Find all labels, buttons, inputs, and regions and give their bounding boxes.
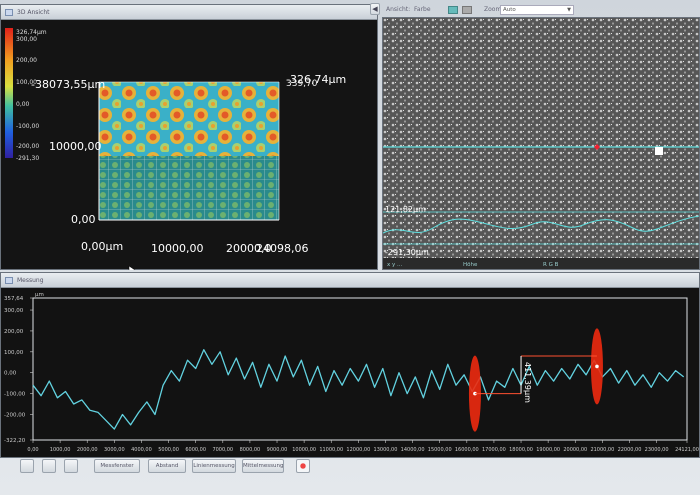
x-tick-label: 16000,00 — [455, 447, 479, 453]
x-tick-label: 4000,00 — [131, 447, 152, 453]
x-tick-label: 10000,00 — [292, 447, 316, 453]
bottom-toolbar: Messfenster Abstand Linienmessung Mittel… — [0, 459, 700, 495]
measurement-title: Messung — [17, 277, 44, 284]
x-axis-mid: 10000,00 — [151, 242, 204, 255]
coord-top-left: -38073,55µm — [31, 78, 105, 91]
mittelmessung-button[interactable]: Mittelmessung — [242, 459, 284, 473]
measure-point — [595, 364, 599, 369]
color-scale-labels: 326,74µm 300,00 200,00 100,00 0,00 -100,… — [16, 29, 47, 162]
status-rgb: R G B — [543, 262, 559, 268]
y-tick-label: 0,00 — [4, 371, 17, 377]
coord-top-right-2: 339,70 — [286, 79, 318, 89]
x-tick-label: 18000,00 — [509, 447, 533, 453]
x-tick-label: 22000,00 — [618, 447, 642, 453]
status-xy: x y ... — [387, 262, 403, 268]
panel-measurement: Messung 357,64 300,00 200,00 100,00 0,00 -100… — [0, 272, 700, 458]
ansicht-label: Ansicht: — [386, 6, 411, 13]
scale-label: 326,74µm — [16, 29, 47, 36]
zoom-tool-icon[interactable] — [42, 459, 56, 473]
linienmessung-button[interactable]: Linienmessung — [192, 459, 236, 473]
view-3d-canvas[interactable]: 326,74µm 300,00 200,00 100,00 0,00 -100,… — [1, 20, 377, 270]
messfenster-button[interactable]: Messfenster — [94, 459, 140, 473]
x-tick-label: 8000,00 — [240, 447, 261, 453]
profile-series-line — [32, 349, 685, 430]
profile-bottom-value: -291,30µm — [385, 248, 429, 257]
cursor-tool-icon[interactable] — [20, 459, 34, 473]
measurement-icon — [5, 277, 13, 284]
camera-image[interactable]: 121,82µm -291,30µm x y ... Höhe R G B — [383, 18, 699, 269]
x-tick-label: 6000,00 — [185, 447, 206, 453]
fit-tool-icon[interactable] — [64, 459, 78, 473]
chevron-down-icon: ▼ — [567, 7, 571, 13]
y-tick-label: 357,64 — [4, 296, 24, 302]
scale-label: 0,00 — [16, 101, 30, 108]
scale-label: 200,00 — [16, 57, 37, 64]
profile-end-handle[interactable] — [655, 147, 663, 155]
x-tick-label: 19000,00 — [536, 447, 560, 453]
measure-label: 411,39µm — [523, 362, 532, 403]
panel-3d-title: 3D Ansicht — [17, 9, 50, 16]
x-tick-label: 5000,00 — [158, 447, 179, 453]
x-tick-label: 12000,00 — [346, 447, 370, 453]
x-tick-label: 3000,00 — [104, 447, 125, 453]
panel-3d-title-bar: 3D Ansicht — [1, 5, 377, 20]
profile-chart[interactable]: 357,64 300,00 200,00 100,00 0,00 -100,00 -200,… — [1, 288, 699, 458]
x-tick-label: 2000,00 — [77, 447, 98, 453]
y-tick-label: -322,20 — [4, 438, 26, 444]
status-height: Höhe — [463, 262, 478, 268]
image-toolbar: ◀ Ansicht: Farbe Zoom Auto ▼ — [370, 3, 700, 16]
x-tick-label: 7000,00 — [212, 447, 233, 453]
x-tick-label: 0,00 — [27, 447, 38, 453]
scale-label: -100,00 — [16, 123, 39, 130]
x-tick-label: 17000,00 — [482, 447, 506, 453]
surface-front — [99, 156, 279, 220]
zoom-select-value: Auto — [503, 7, 516, 13]
y-tick-label: 100,00 — [4, 350, 24, 356]
y-tick-label: 200,00 — [4, 329, 24, 335]
scale-label: 300,00 — [16, 36, 37, 43]
x-tick-label: 1000,00 — [50, 447, 71, 453]
y-tick-label: 300,00 — [4, 308, 24, 314]
x-axis-max: 24098,06 — [256, 242, 309, 255]
y-unit-label: µm — [35, 292, 44, 298]
profile-top-value: 121,82µm — [385, 205, 426, 214]
mouse-cursor-icon — [128, 265, 136, 270]
panel-3d-view: 3D Ansicht 326,74µm 300,00 200,00 100,00… — [0, 4, 378, 270]
zoom-select[interactable]: Auto ▼ — [500, 5, 574, 15]
scale-label: -200,00 — [16, 143, 39, 150]
surface-top — [99, 82, 279, 156]
color-scale-bar — [5, 28, 13, 158]
view-3d-icon — [5, 9, 13, 16]
app-window: 3D Ansicht 326,74µm 300,00 200,00 100,00… — [0, 0, 700, 495]
y-tick-label: -100,00 — [4, 392, 26, 398]
abstand-button[interactable]: Abstand — [148, 459, 186, 473]
x-tick-label: 23000,00 — [645, 447, 669, 453]
color-mode-icon[interactable] — [448, 6, 458, 14]
grayscale-mode-icon[interactable] — [462, 6, 472, 14]
y-axis-zero: 0,00 — [71, 213, 96, 226]
scale-label: -291,30 — [16, 155, 39, 162]
x-tick-label: 14000,00 — [401, 447, 425, 453]
y-tick-label: -200,00 — [4, 412, 26, 418]
x-tick-label: 11000,00 — [319, 447, 343, 453]
x-tick-label: 21000,00 — [590, 447, 614, 453]
measurement-title-bar: Messung — [1, 273, 699, 288]
collapse-arrow-icon[interactable]: ◀ — [370, 3, 380, 15]
ansicht-value[interactable]: Farbe — [414, 4, 431, 16]
zoom-label: Zoom — [484, 6, 502, 13]
x-tick-label: 24121,00 — [675, 447, 699, 453]
x-tick-label: 20000,00 — [563, 447, 587, 453]
x-tick-label: 13000,00 — [374, 447, 398, 453]
x-tick-label: 15000,00 — [428, 447, 452, 453]
x-tick-label: 9000,00 — [267, 447, 288, 453]
y-axis-mid: 10000,00 — [49, 140, 102, 153]
x-axis-start: 0,00µm — [81, 240, 123, 253]
reset-icon[interactable] — [296, 459, 310, 473]
panel-camera-image: 121,82µm -291,30µm x y ... Höhe R G B — [382, 17, 700, 270]
